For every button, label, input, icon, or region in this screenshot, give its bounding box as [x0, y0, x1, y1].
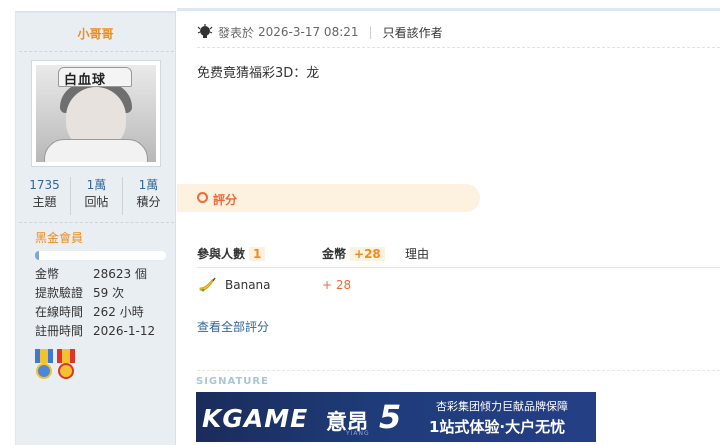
- divider: [197, 47, 720, 48]
- info-value: 262 小時: [93, 305, 144, 319]
- participants-column: 參與人數 1: [197, 245, 322, 262]
- info-row-withdrawals: 提款驗證 59 次: [35, 284, 175, 303]
- author-name[interactable]: 小哥哥: [16, 25, 175, 42]
- info-key: 註冊時間: [35, 324, 84, 338]
- medal-coin: [58, 363, 74, 379]
- banner-line2: 1站式体验·大户无忧: [429, 418, 566, 436]
- coin-label: 金幣: [322, 247, 347, 261]
- post-top-border: [177, 8, 720, 11]
- rating-table: 參與人數 1 金幣 +28 理由 Banana + 28: [197, 240, 720, 302]
- coin-column: 金幣 +28: [322, 245, 405, 262]
- rating-header: 參與人數 1 金幣 +28 理由: [197, 240, 720, 268]
- red-medal-icon[interactable]: [57, 349, 75, 381]
- medal-ribbon: [57, 349, 75, 363]
- medal-ribbon: [35, 349, 53, 363]
- post-content: 免费竟猜福彩3D：龙: [197, 66, 320, 81]
- posted-prefix: 發表於: [218, 25, 255, 40]
- signature-label: SIGNATURE: [196, 376, 269, 387]
- view-all-ratings-link[interactable]: 查看全部評分: [197, 318, 269, 335]
- info-key: 在線時間: [35, 305, 84, 319]
- info-row-online-time: 在線時間 262 小時: [35, 303, 175, 322]
- banana-avatar-icon: [199, 277, 216, 292]
- left-gutter: [0, 0, 15, 445]
- stat-credits[interactable]: 1萬 積分: [122, 177, 174, 215]
- coin-total: +28: [350, 247, 385, 261]
- only-author-link[interactable]: 只看該作者: [383, 24, 443, 41]
- avatar-body: [44, 139, 148, 162]
- medal-coin: [36, 363, 52, 379]
- info-row-coins: 金幣 28623 個: [35, 265, 175, 284]
- avatar-hat-text: 白血球: [64, 73, 107, 88]
- rating-user-name[interactable]: Banana: [225, 278, 271, 292]
- info-value: 59 次: [93, 286, 125, 300]
- divider: [19, 222, 174, 223]
- blue-medal-icon[interactable]: [35, 349, 53, 381]
- user-group[interactable]: 黑金會員: [35, 229, 83, 246]
- info-value: 28623 個: [93, 267, 147, 281]
- banner-name-sub: YIANG: [346, 430, 370, 437]
- group-progress-bar: [35, 251, 166, 260]
- online-status-icon: [197, 24, 213, 38]
- divider: [197, 370, 720, 371]
- stat-credits-label: 積分: [136, 195, 161, 209]
- author-stats: 1735 主題 1萬 回帖 1萬 積分: [19, 177, 174, 215]
- signature-banner[interactable]: KGAME 意昂 YIANG 5 杏彩集团倾力巨献品牌保障 1站式体验·大户无忧: [196, 392, 596, 442]
- reason-label: 理由: [405, 247, 430, 261]
- stat-replies-label: 回帖: [84, 195, 109, 209]
- post-date: 2026-3-17 08:21: [258, 25, 359, 39]
- banner-brand: KGAME: [202, 404, 309, 433]
- post-header: 發表於 2026-3-17 08:21 | 只看該作者: [197, 22, 443, 42]
- banner-line1: 杏彩集团倾力巨献品牌保障: [436, 400, 568, 413]
- circle-icon: [197, 192, 208, 203]
- participants-label: 參與人數: [197, 247, 246, 261]
- participants-count: 1: [249, 247, 266, 261]
- rating-tab[interactable]: 評分: [177, 184, 480, 212]
- stat-replies[interactable]: 1萬 回帖: [70, 177, 122, 215]
- sidebar-top-border: [16, 11, 175, 13]
- author-sidebar: 小哥哥 白血球 1735 主題 1萬 回帖 1萬 積分 黑金會員 金幣 2862…: [15, 11, 176, 445]
- medals: [35, 349, 75, 381]
- avatar-image: 白血球: [36, 65, 156, 162]
- stat-threads-value[interactable]: 1735: [19, 177, 70, 194]
- rating-user[interactable]: Banana: [197, 275, 322, 295]
- stat-threads-label: 主題: [32, 195, 57, 209]
- info-row-register-date: 註冊時間 2026-1-12: [35, 322, 175, 341]
- stat-threads[interactable]: 1735 主題: [19, 177, 70, 215]
- rating-row: Banana + 28: [197, 268, 720, 302]
- group-progress-fill: [35, 251, 39, 260]
- rating-tab-label: 評分: [213, 193, 238, 207]
- stat-credits-value[interactable]: 1萬: [123, 177, 174, 194]
- info-key: 金幣: [35, 267, 60, 281]
- avatar[interactable]: 白血球: [31, 60, 161, 167]
- info-value: 2026-1-12: [93, 324, 156, 338]
- rating-amount: + 28: [322, 278, 352, 292]
- top-strip: [0, 0, 720, 11]
- stat-replies-value[interactable]: 1萬: [71, 177, 122, 194]
- info-key: 提款驗證: [35, 286, 84, 300]
- divider: |: [368, 25, 373, 39]
- author-info: 金幣 28623 個 提款驗證 59 次 在線時間 262 小時 註冊時間 20…: [35, 265, 175, 341]
- banner-number: 5: [379, 398, 402, 436]
- divider: [19, 51, 174, 52]
